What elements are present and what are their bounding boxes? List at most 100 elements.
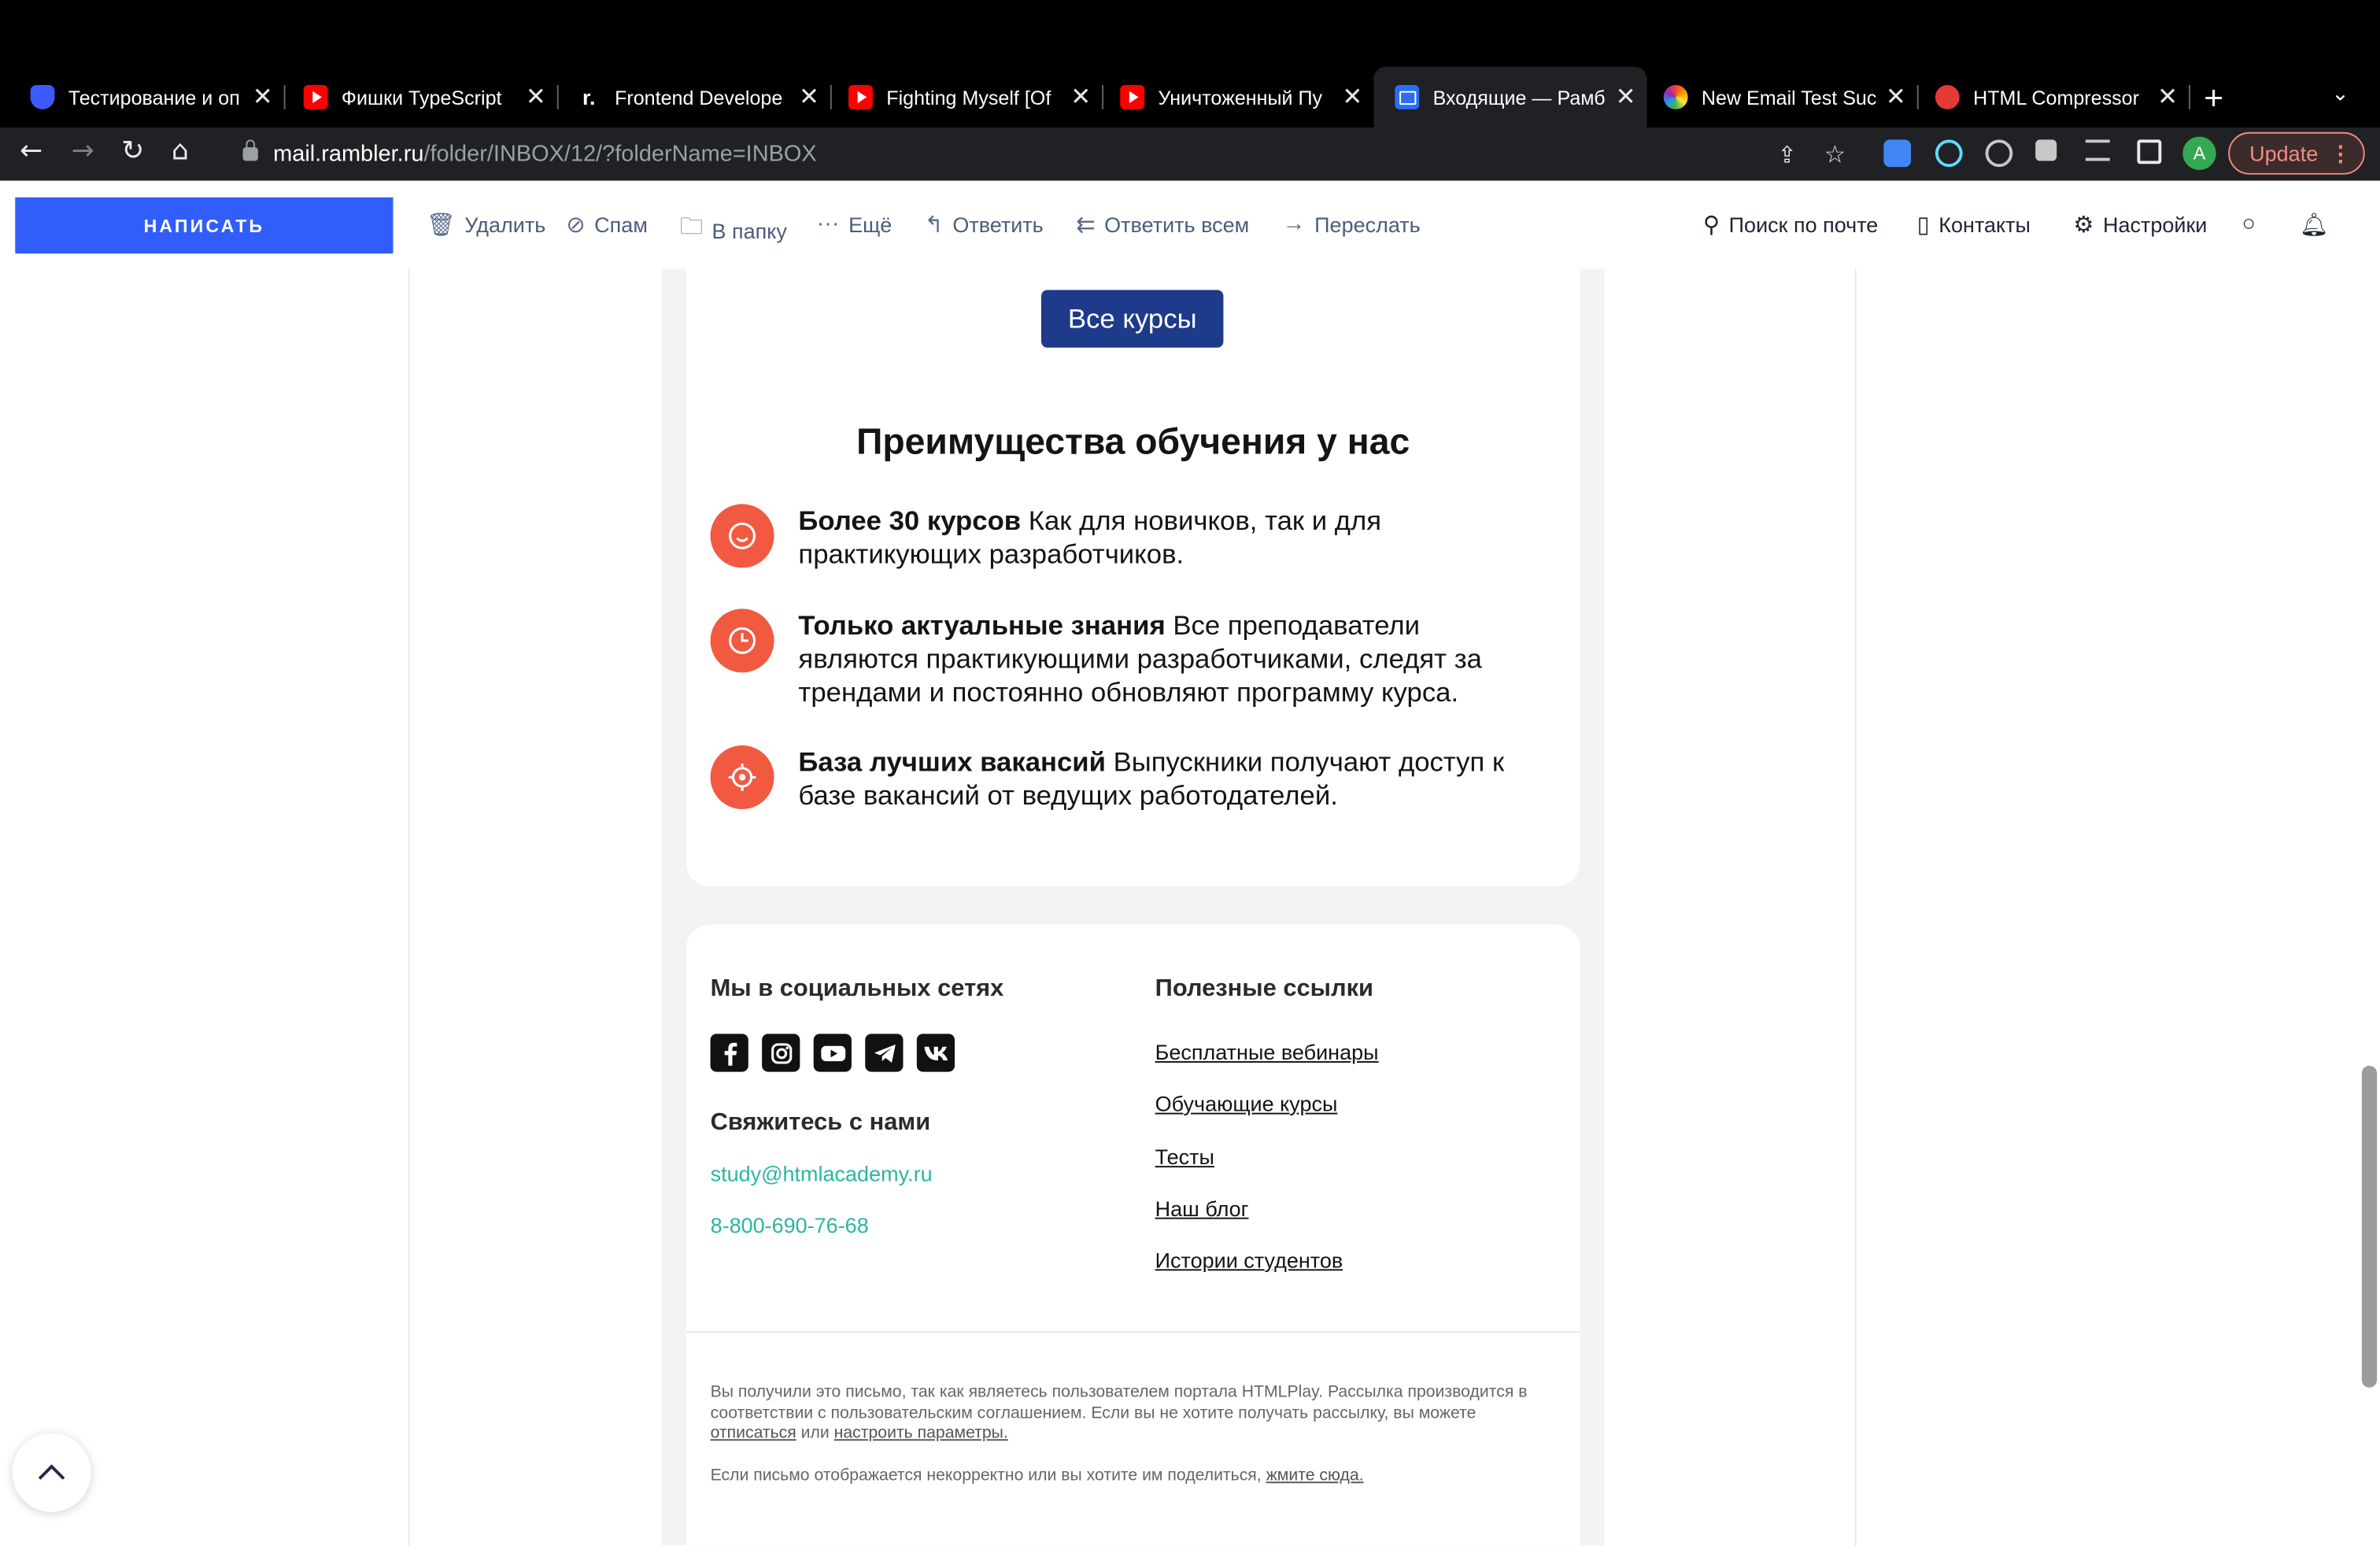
- share-link[interactable]: жмите сюда.: [1266, 1466, 1364, 1485]
- instagram-icon[interactable]: [762, 1034, 800, 1072]
- target-extension-icon[interactable]: [1985, 139, 2013, 168]
- spam-label: Спам: [594, 212, 648, 237]
- reply-button[interactable]: ↰ Ответить: [924, 211, 1043, 239]
- share-icon[interactable]: ⇪: [1778, 140, 1797, 168]
- extensions-puzzle-icon[interactable]: [2035, 139, 2057, 161]
- url-path: /folder/INBOX/12/?folderName=INBOX: [423, 141, 817, 168]
- feature-heading: База лучших вакансий: [798, 746, 1106, 778]
- reply-icon: ↰: [924, 212, 944, 239]
- all-courses-button[interactable]: Все курсы: [1040, 290, 1224, 348]
- flower-icon: [1663, 84, 1688, 109]
- forward-arrow-icon[interactable]: →: [72, 135, 94, 167]
- browser-tab[interactable]: Фишки TypeScript ✕: [273, 76, 559, 118]
- share-notice: Если письмо отображается некорректно или…: [711, 1466, 1561, 1487]
- reading-list-icon[interactable]: [2085, 139, 2110, 161]
- browser-toolbar: ← → ↻ ⌂ mail.rambler.ru/folder/INBOX/12/…: [0, 127, 2380, 181]
- close-icon[interactable]: ✕: [1337, 82, 1368, 113]
- new-tab-plus-icon[interactable]: +: [2204, 79, 2223, 118]
- notifications-button[interactable]: 🔔︎: [2300, 211, 2329, 239]
- profile-avatar[interactable]: A: [2182, 136, 2216, 170]
- move-to-folder-button[interactable]: 🗀 В папку: [680, 211, 787, 249]
- vk-icon[interactable]: [916, 1034, 955, 1072]
- unsubscribe-link[interactable]: отписаться: [711, 1424, 796, 1442]
- browser-tab[interactable]: Уничтоженный Пу ✕: [1090, 76, 1374, 118]
- configure-link[interactable]: настроить параметры.: [834, 1424, 1008, 1442]
- contacts-button[interactable]: ▯ Контакты: [1917, 211, 2031, 239]
- footer-link-stories[interactable]: Истории студентов: [1155, 1248, 1343, 1272]
- settings-button[interactable]: ⚙ Настройки: [2073, 211, 2207, 239]
- contact-phone-link[interactable]: 8-800-690-76-68: [711, 1213, 869, 1237]
- close-icon[interactable]: ✕: [2153, 82, 2183, 113]
- youtube-icon: [848, 84, 873, 109]
- browser-tab[interactable]: Тестирование и оп ✕: [0, 76, 286, 118]
- browser-tab[interactable]: HTML Compressor ✕: [1905, 76, 2190, 118]
- scroll-to-top-button[interactable]: [12, 1433, 91, 1512]
- compressor-icon: [1935, 84, 1960, 109]
- scrollbar-thumb[interactable]: [2361, 1065, 2378, 1388]
- browser-tab[interactable]: New Email Test Suc ✕: [1633, 76, 1919, 118]
- settings-label: Настройки: [2102, 212, 2208, 237]
- contacts-label: Контакты: [1938, 212, 2031, 237]
- gear-icon: ⚙: [2073, 212, 2094, 239]
- more-dots-icon: ···: [816, 211, 840, 237]
- tab-title: Fighting Myself [Of: [886, 85, 1051, 109]
- lock-icon: [242, 139, 258, 161]
- r-logo-icon: r.: [582, 84, 596, 109]
- footer-link-blog[interactable]: Наш блог: [1155, 1196, 1249, 1221]
- message-pane: Все курсы Преимущества обучения у нас Бо…: [0, 268, 2380, 1546]
- youtube-icon[interactable]: [813, 1034, 852, 1072]
- side-panel-icon[interactable]: [2137, 139, 2162, 165]
- bookmark-star-icon[interactable]: ☆: [1824, 139, 1846, 169]
- update-label: Update: [2249, 141, 2319, 166]
- delete-button[interactable]: 🗑︎ Удалить: [427, 211, 545, 239]
- footer-link-webinars[interactable]: Бесплатные вебинары: [1155, 1040, 1379, 1064]
- reload-icon[interactable]: ↻: [121, 135, 144, 167]
- address-bar[interactable]: mail.rambler.ru/folder/INBOX/12/?folderN…: [221, 131, 1861, 176]
- feature-text: Только актуальные знания Все преподавате…: [798, 608, 1527, 708]
- notice-or: или: [796, 1423, 834, 1443]
- tab-search-chevron-icon[interactable]: ⌄: [2331, 82, 2349, 106]
- tab-title: HTML Compressor: [1973, 85, 2139, 109]
- search-icon: ⚲: [1702, 212, 1720, 239]
- footer-link-tests[interactable]: Тесты: [1155, 1145, 1214, 1169]
- facebook-icon[interactable]: [710, 1034, 748, 1072]
- mail-search-label: Поиск по почте: [1728, 212, 1879, 237]
- youtube-icon: [303, 84, 328, 109]
- react-devtools-icon[interactable]: [1935, 139, 1963, 168]
- useful-links-title: Полезные ссылки: [1155, 976, 1374, 1002]
- spam-icon: ⊘: [566, 212, 586, 239]
- tab-title: Уничтоженный Пу: [1158, 85, 1323, 109]
- home-icon[interactable]: ⌂: [172, 135, 189, 167]
- update-button[interactable]: Update ⋮: [2228, 131, 2365, 175]
- tab-title: Фишки TypeScript: [341, 85, 502, 109]
- forward-button[interactable]: → Переслать: [1283, 211, 1421, 237]
- bell-icon: 🔔︎: [2299, 212, 2329, 239]
- reply-all-label: Ответить всем: [1104, 212, 1250, 237]
- browser-tab[interactable]: Fighting Myself [Of ✕: [818, 76, 1104, 118]
- browser-tab-active[interactable]: Входящие — Рамб ✕: [1373, 66, 1647, 128]
- clock-icon: [710, 608, 774, 673]
- telegram-icon[interactable]: [865, 1034, 904, 1072]
- reply-label: Ответить: [952, 212, 1044, 237]
- pane-divider: [408, 268, 410, 1546]
- reply-all-button[interactable]: ⇇ Ответить всем: [1076, 211, 1249, 239]
- social-icons-row: [710, 1034, 955, 1072]
- browser-tab[interactable]: r. Frontend Develope ✕: [546, 76, 832, 118]
- contact-email-link[interactable]: study@htmlacademy.ru: [711, 1161, 933, 1185]
- more-vert-icon: ⋮: [2330, 140, 2352, 165]
- feature-heading: Более 30 курсов: [798, 505, 1022, 536]
- translate-extension-icon[interactable]: [1883, 139, 1912, 168]
- mail-search-button[interactable]: ⚲ Поиск по почте: [1703, 211, 1878, 239]
- contact-title: Свяжитесь с нами: [710, 1109, 931, 1136]
- move-to-folder-label: В папку: [711, 217, 787, 242]
- back-arrow-icon[interactable]: ←: [20, 135, 42, 167]
- more-button[interactable]: ··· Ещё: [817, 211, 893, 237]
- trash-icon: 🗑︎: [426, 212, 456, 239]
- compose-button[interactable]: НАПИСАТЬ: [15, 197, 394, 254]
- forward-label: Переслать: [1314, 212, 1421, 236]
- footer-link-courses[interactable]: Обучающие курсы: [1155, 1092, 1338, 1116]
- target-icon: [710, 745, 774, 809]
- tips-bulb-button[interactable]: ○: [2241, 211, 2255, 237]
- spam-button[interactable]: ⊘ Спам: [566, 211, 648, 239]
- mail-toolbar: НАПИСАТЬ 🗑︎ Удалить ⊘ Спам 🗀 В папку ···…: [0, 182, 2380, 269]
